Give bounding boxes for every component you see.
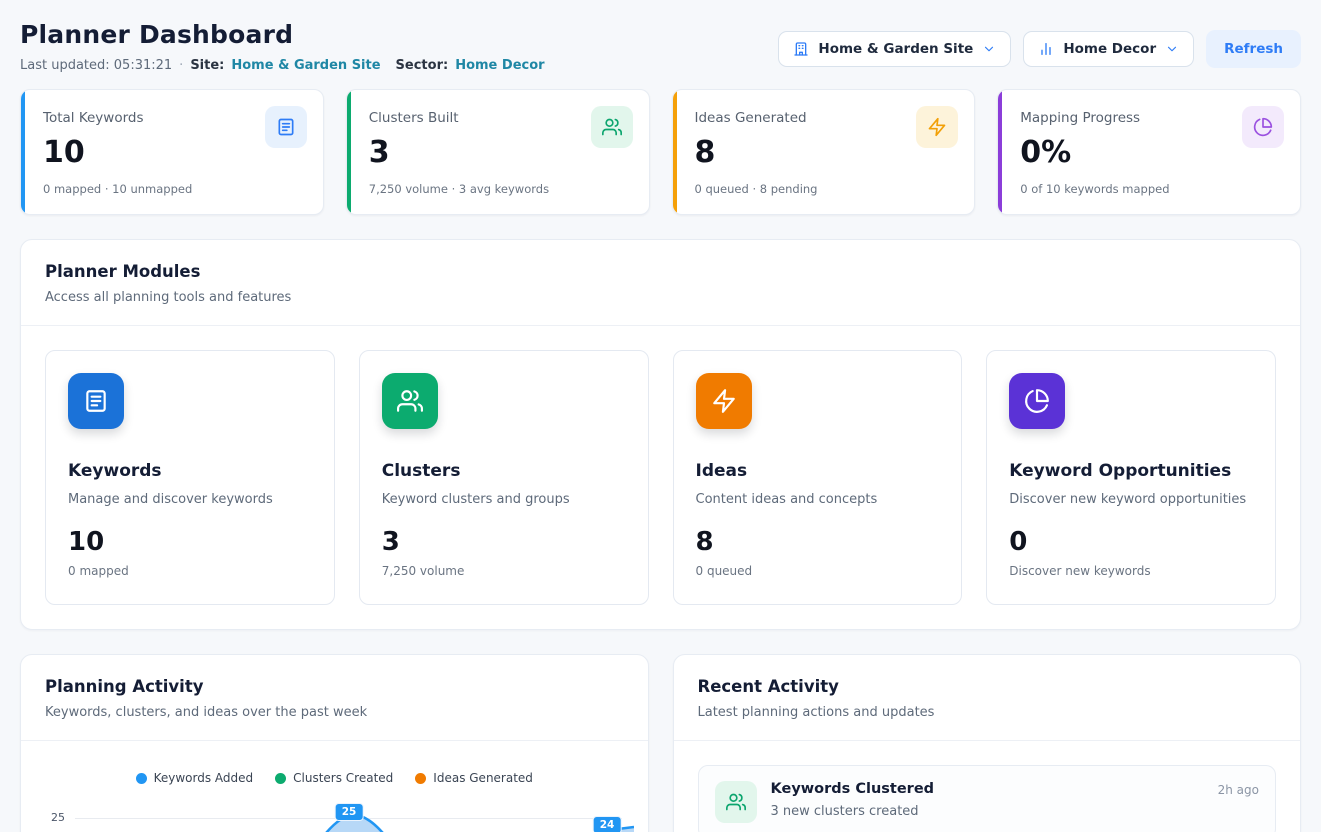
planner-modules-section: Planner Modules Access all planning tool… bbox=[20, 239, 1301, 630]
legend-label: Keywords Added bbox=[154, 771, 254, 785]
data-point-label: 24 bbox=[593, 816, 622, 832]
pie-chart-icon bbox=[1009, 373, 1065, 429]
module-title: Ideas bbox=[696, 461, 940, 481]
pie-chart-icon bbox=[1242, 106, 1284, 148]
planner-modules-header: Planner Modules Access all planning tool… bbox=[21, 240, 1300, 325]
planning-activity-card: Planning Activity Keywords, clusters, an… bbox=[20, 654, 649, 832]
list-item-body: Keywords Clustered 3 new clusters create… bbox=[771, 781, 1204, 819]
legend-dot-blue bbox=[136, 773, 147, 784]
bar-chart-icon bbox=[1038, 41, 1054, 57]
module-card-keyword-opportunities[interactable]: Keyword Opportunities Discover new keywo… bbox=[986, 350, 1276, 605]
planning-activity-chart: 25 25 24 bbox=[45, 799, 626, 832]
module-description: Keyword clusters and groups bbox=[382, 492, 626, 507]
document-icon bbox=[68, 373, 124, 429]
module-sub: 7,250 volume bbox=[382, 564, 626, 578]
section-subtitle: Latest planning actions and updates bbox=[698, 705, 1277, 720]
planner-dashboard-page: Planner Dashboard Last updated: 05:31:21… bbox=[0, 0, 1321, 832]
stat-card-ideas-generated: Ideas Generated 8 0 queued · 8 pending bbox=[672, 89, 976, 215]
planning-activity-header: Planning Activity Keywords, clusters, an… bbox=[21, 655, 648, 740]
stat-sub: 0 mapped · 10 unmapped bbox=[43, 182, 303, 196]
stat-value: 8 bbox=[695, 138, 955, 168]
module-title: Clusters bbox=[382, 461, 626, 481]
module-description: Content ideas and concepts bbox=[696, 492, 940, 507]
site-selector-value: Home & Garden Site bbox=[818, 41, 973, 57]
legend-dot-orange bbox=[415, 773, 426, 784]
stat-sub: 0 of 10 keywords mapped bbox=[1020, 182, 1280, 196]
users-icon bbox=[715, 781, 757, 823]
stat-sub: 0 queued · 8 pending bbox=[695, 182, 955, 196]
legend-dot-green bbox=[275, 773, 286, 784]
sector-label: Sector: bbox=[396, 58, 449, 73]
stat-label: Clusters Built bbox=[369, 110, 629, 126]
page-meta: Last updated: 05:31:21 · Site: Home & Ga… bbox=[20, 58, 545, 73]
y-axis-tick: 25 bbox=[51, 811, 65, 824]
section-subtitle: Keywords, clusters, and ideas over the p… bbox=[45, 705, 624, 720]
legend-item-ideas-generated: Ideas Generated bbox=[415, 771, 533, 785]
data-point-label: 25 bbox=[335, 803, 364, 821]
module-card-keywords[interactable]: Keywords Manage and discover keywords 10… bbox=[45, 350, 335, 605]
chevron-down-icon bbox=[982, 42, 996, 56]
document-icon bbox=[265, 106, 307, 148]
bolt-icon bbox=[696, 373, 752, 429]
module-title: Keyword Opportunities bbox=[1009, 461, 1253, 481]
stat-value: 10 bbox=[43, 138, 303, 168]
stat-value: 3 bbox=[369, 138, 629, 168]
stat-value: 0% bbox=[1020, 138, 1280, 168]
bolt-icon bbox=[916, 106, 958, 148]
topbar-actions: Home & Garden Site Home Decor Refresh bbox=[778, 20, 1301, 68]
sector-selector[interactable]: Home Decor bbox=[1023, 31, 1194, 67]
bottom-row: Planning Activity Keywords, clusters, an… bbox=[20, 654, 1301, 832]
stat-sub: 7,250 volume · 3 avg keywords bbox=[369, 182, 629, 196]
users-icon bbox=[382, 373, 438, 429]
chevron-down-icon bbox=[1165, 42, 1179, 56]
stat-card-mapping-progress: Mapping Progress 0% 0 of 10 keywords map… bbox=[997, 89, 1301, 215]
site-selector[interactable]: Home & Garden Site bbox=[778, 31, 1011, 67]
module-sub: 0 queued bbox=[696, 564, 940, 578]
legend-item-clusters-created: Clusters Created bbox=[275, 771, 393, 785]
topbar-left: Planner Dashboard Last updated: 05:31:21… bbox=[20, 20, 545, 73]
last-updated-text: Last updated: 05:31:21 bbox=[20, 58, 172, 73]
module-value: 0 bbox=[1009, 529, 1253, 555]
site-label: Site: bbox=[190, 58, 224, 73]
stat-label: Total Keywords bbox=[43, 110, 303, 126]
refresh-button[interactable]: Refresh bbox=[1206, 30, 1301, 68]
building-icon bbox=[793, 41, 809, 57]
module-title: Keywords bbox=[68, 461, 312, 481]
module-card-ideas[interactable]: Ideas Content ideas and concepts 8 0 que… bbox=[673, 350, 963, 605]
legend-label: Clusters Created bbox=[293, 771, 393, 785]
module-value: 8 bbox=[696, 529, 940, 555]
modules-grid: Keywords Manage and discover keywords 10… bbox=[21, 326, 1300, 629]
section-title: Planning Activity bbox=[45, 677, 624, 696]
legend-item-keywords-added: Keywords Added bbox=[136, 771, 254, 785]
site-link[interactable]: Home & Garden Site bbox=[231, 58, 380, 73]
topbar: Planner Dashboard Last updated: 05:31:21… bbox=[20, 20, 1301, 73]
meta-separator: · bbox=[179, 58, 183, 73]
module-value: 3 bbox=[382, 529, 626, 555]
activity-timestamp: 2h ago bbox=[1218, 781, 1259, 797]
module-description: Discover new keyword opportunities bbox=[1009, 492, 1253, 507]
module-description: Manage and discover keywords bbox=[68, 492, 312, 507]
stat-card-clusters-built: Clusters Built 3 7,250 volume · 3 avg ke… bbox=[346, 89, 650, 215]
recent-activity-card: Recent Activity Latest planning actions … bbox=[673, 654, 1302, 832]
activity-title: Keywords Clustered bbox=[771, 781, 1204, 797]
activity-description: 3 new clusters created bbox=[771, 804, 1204, 819]
recent-activity-list: Keywords Clustered 3 new clusters create… bbox=[674, 741, 1301, 832]
module-card-clusters[interactable]: Clusters Keyword clusters and groups 3 7… bbox=[359, 350, 649, 605]
section-title: Planner Modules bbox=[45, 262, 1276, 281]
stat-card-total-keywords: Total Keywords 10 0 mapped · 10 unmapped bbox=[20, 89, 324, 215]
list-item[interactable]: Keywords Clustered 3 new clusters create… bbox=[698, 765, 1277, 832]
sector-selector-value: Home Decor bbox=[1063, 41, 1156, 57]
recent-activity-header: Recent Activity Latest planning actions … bbox=[674, 655, 1301, 740]
stats-row: Total Keywords 10 0 mapped · 10 unmapped… bbox=[20, 89, 1301, 215]
chart-legend: Keywords Added Clusters Created Ideas Ge… bbox=[21, 741, 648, 785]
sector-link[interactable]: Home Decor bbox=[455, 58, 544, 73]
legend-label: Ideas Generated bbox=[433, 771, 533, 785]
module-sub: 0 mapped bbox=[68, 564, 312, 578]
module-sub: Discover new keywords bbox=[1009, 564, 1253, 578]
module-value: 10 bbox=[68, 529, 312, 555]
section-title: Recent Activity bbox=[698, 677, 1277, 696]
users-icon bbox=[591, 106, 633, 148]
page-title: Planner Dashboard bbox=[20, 20, 545, 49]
section-subtitle: Access all planning tools and features bbox=[45, 290, 1276, 305]
